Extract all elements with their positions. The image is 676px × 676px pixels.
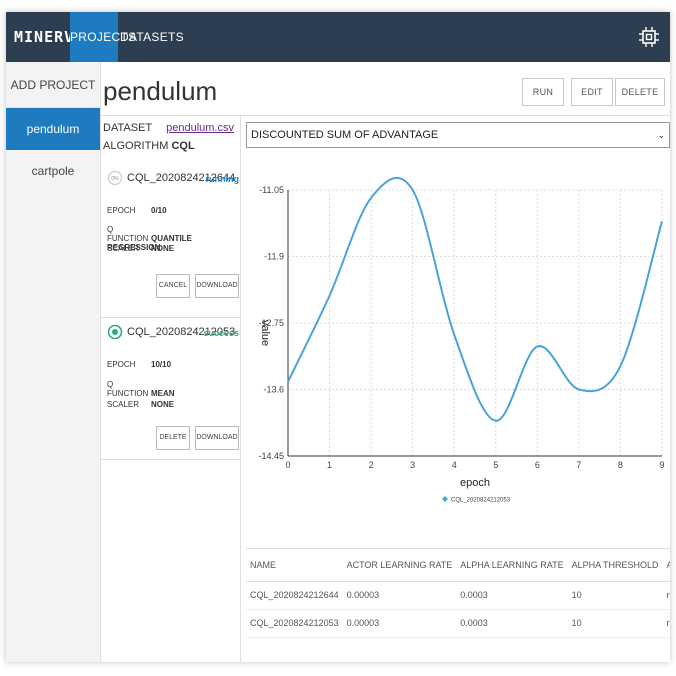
x-tick-label: 1: [327, 460, 332, 470]
table-row[interactable]: CQL_20208242126440.000030.000310none100: [246, 581, 670, 610]
success-ring-icon: [107, 324, 123, 340]
x-tick-label: 6: [535, 460, 540, 470]
dataset-label: DATASET: [103, 122, 153, 134]
field-row: SCALER NONE: [107, 244, 175, 253]
column-header[interactable]: NAME: [246, 549, 343, 582]
algorithm-label: ALGORITHM: [103, 140, 169, 152]
y-axis-label: value: [259, 320, 271, 346]
dataset-row: DATASET pendulum.csv: [103, 122, 234, 134]
x-tick-label: 4: [452, 460, 457, 470]
cancel-button[interactable]: CANCEL: [156, 274, 190, 298]
nav-tab-datasets[interactable]: DATASETS: [120, 12, 184, 62]
edit-button[interactable]: EDIT: [571, 78, 613, 106]
experiment-card[interactable]: CQL_2020824212053 success EPOCH 10/10 Q F…: [101, 318, 241, 460]
progress-ring-icon: 0%: [107, 170, 123, 186]
field-row: SCALER NONE: [107, 400, 175, 409]
status-badge: running: [205, 174, 240, 184]
table-cell: 10: [567, 609, 663, 638]
table-cell: 10: [567, 581, 663, 610]
x-tick-label: 3: [410, 460, 415, 470]
dataset-link[interactable]: pendulum.csv: [166, 122, 234, 134]
table-row[interactable]: CQL_20208242120530.000030.000310none100: [246, 609, 670, 638]
nav-tab-projects[interactable]: PROJECTS: [70, 12, 136, 62]
experiment-params-table: NAME ACTOR LEARNING RATE ALPHA LEARNING RA…: [246, 548, 670, 662]
table-body: CQL_20208242126440.000030.000310none100C…: [246, 581, 670, 638]
x-tick-label: 7: [576, 460, 581, 470]
experiment-card[interactable]: 0% CQL_2020824212644 running EPOCH 0/10 Q…: [101, 162, 241, 318]
column-header[interactable]: ALPHA LEARNING RATE: [456, 549, 568, 582]
series-line: [287, 176, 663, 422]
field-row: Q FUNCTION MEAN: [107, 380, 175, 398]
y-tick-label: -11.05: [259, 185, 284, 195]
top-nav-bar: MINERVA PROJECTS DATASETS: [6, 12, 670, 62]
y-tick-label: -13.6: [263, 385, 284, 395]
y-tick-label: -14.45: [258, 451, 284, 461]
column-header[interactable]: ACTOR LEARNING RATE: [342, 549, 457, 582]
x-tick-label: 0: [285, 460, 290, 470]
legend-label: CQL_2020824212053: [451, 498, 511, 504]
delete-experiment-button[interactable]: DELETE: [156, 426, 190, 450]
legend-marker: [442, 496, 448, 502]
y-tick-label: -11.9: [264, 252, 284, 262]
experiment-list: DATASET pendulum.csv ALGORITHM CQL 0% CQL…: [101, 116, 241, 662]
metric-line-chart: -11.05-11.9-12.75-13.6-14.450 1 2 3 4 5 6 7 8 9ep…: [258, 176, 665, 504]
delete-project-button[interactable]: DELETE: [615, 78, 665, 106]
metric-select-value: DISCOUNTED SUM OF ADVANTAGE: [251, 129, 439, 141]
table-cell: 0.00003: [342, 581, 457, 610]
download-button[interactable]: DOWNLOAD: [195, 426, 239, 450]
x-tick-label: 5: [493, 460, 498, 470]
table-cell: 0.0003: [456, 581, 568, 610]
status-badge: success: [203, 328, 239, 338]
svg-text:0%: 0%: [111, 176, 119, 182]
page-title: pendulum: [103, 76, 218, 106]
table-cell: none: [662, 581, 670, 610]
x-axis-label: epoch: [460, 477, 490, 489]
x-tick-label: 2: [369, 460, 374, 470]
algorithm-value: CQL: [171, 140, 195, 152]
settings-chip-icon[interactable]: [638, 26, 660, 48]
field-row: EPOCH 10/10: [107, 360, 172, 369]
metric-select[interactable]: DISCOUNTED SUM OF ADVANTAGE ⌄: [246, 122, 670, 148]
algorithm-row: ALGORITHM CQL: [103, 140, 195, 152]
field-row: EPOCH 0/10: [107, 206, 167, 215]
sidebar-item-pendulum[interactable]: pendulum: [6, 108, 100, 150]
table-header-row: NAME ACTOR LEARNING RATE ALPHA LEARNING RA…: [246, 549, 670, 582]
project-sidebar: ADD PROJECT pendulum cartpole: [6, 62, 101, 662]
chevron-down-icon: ⌄: [657, 130, 665, 140]
table-cell: CQL_2020824212644: [246, 581, 343, 610]
table-cell: none: [662, 609, 670, 638]
x-tick-label: 8: [618, 460, 623, 470]
table-cell: CQL_2020824212053: [246, 609, 343, 638]
run-button[interactable]: RUN: [522, 78, 564, 106]
column-header[interactable]: AUGMENTATION: [662, 549, 670, 582]
download-button[interactable]: DOWNLOAD: [195, 274, 239, 298]
app-window: MINERVA PROJECTS DATASETS ADD PROJECT pe…: [6, 12, 670, 662]
x-tick-label: 9: [659, 460, 664, 470]
column-header[interactable]: ALPHA THRESHOLD: [567, 549, 663, 582]
table-cell: 0.00003: [342, 609, 457, 638]
add-project-button[interactable]: ADD PROJECT: [6, 62, 100, 108]
sidebar-item-cartpole[interactable]: cartpole: [6, 150, 100, 192]
table-cell: 0.0003: [456, 609, 568, 638]
